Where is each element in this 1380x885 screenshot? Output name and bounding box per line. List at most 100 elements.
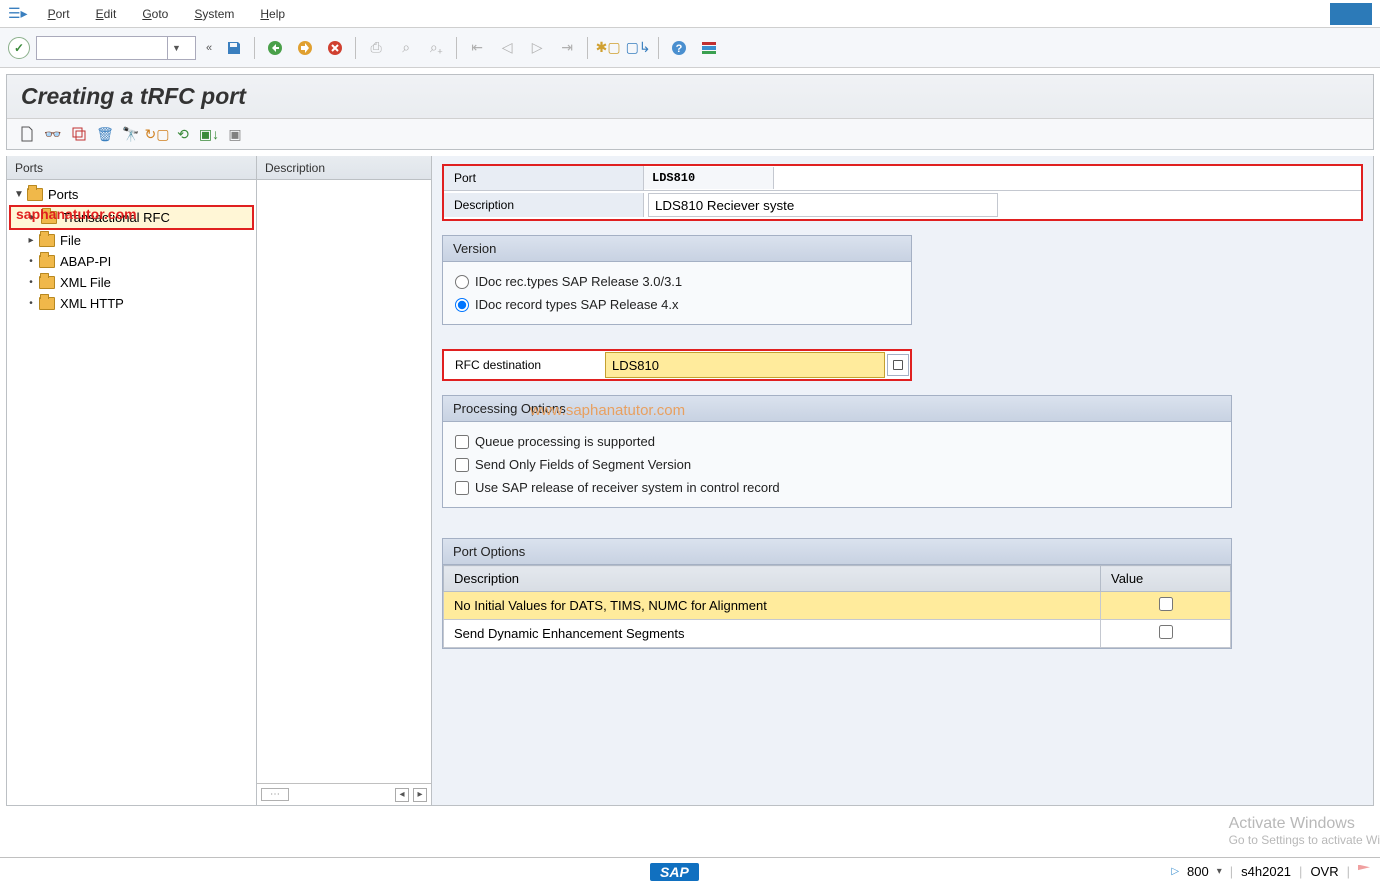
- table-row[interactable]: No Initial Values for DATS, TIMS, NUMC f…: [444, 592, 1231, 620]
- scroll-right-icon[interactable]: ▸: [413, 788, 427, 802]
- first-page-button[interactable]: ⇤: [465, 37, 489, 59]
- menu-help[interactable]: Help: [250, 5, 295, 23]
- collapse-toolbar-icon[interactable]: «: [202, 42, 216, 54]
- rfc-destination-input[interactable]: [605, 352, 885, 378]
- transport-button[interactable]: ⟲: [171, 123, 195, 145]
- menu-goto[interactable]: Goto: [132, 5, 178, 23]
- status-mode: OVR: [1310, 864, 1338, 879]
- folder-icon: [39, 255, 55, 268]
- tree-item-label: XML File: [60, 275, 111, 290]
- cell-value: [1101, 620, 1231, 648]
- tree-item-file[interactable]: ▸ File: [9, 230, 254, 251]
- version-radio-30[interactable]: IDoc rec.types SAP Release 3.0/3.1: [455, 270, 899, 293]
- folder-icon: [27, 188, 43, 201]
- generate-shortcut-button[interactable]: ▢↳: [626, 37, 650, 59]
- scroll-left-icon[interactable]: ◂: [395, 788, 409, 802]
- prev-page-button[interactable]: ◁: [495, 37, 519, 59]
- version-group: Version IDoc rec.types SAP Release 3.0/3…: [442, 235, 912, 325]
- tree-footer: ⋯ ◂ ▸: [257, 783, 431, 805]
- copy-button[interactable]: [67, 123, 91, 145]
- status-separator: |: [1299, 864, 1302, 879]
- check-segment-version[interactable]: Send Only Fields of Segment Version: [455, 453, 1219, 476]
- status-tri-icon[interactable]: ▷: [1171, 866, 1179, 877]
- menu-bar: ☰▸ Port Edit Goto System Help: [0, 0, 1380, 28]
- toolbar-separator: [254, 37, 255, 59]
- activate-line2: Go to Settings to activate Wi: [1229, 833, 1380, 847]
- check-queue-processing[interactable]: Queue processing is supported: [455, 430, 1219, 453]
- status-separator: |: [1347, 864, 1350, 879]
- watermark-url: www.saphanatutor.com: [530, 402, 685, 419]
- new-session-button[interactable]: ✱▢: [596, 37, 620, 59]
- command-dropdown[interactable]: ▼: [167, 37, 185, 59]
- layout-button[interactable]: [697, 37, 721, 59]
- more-icon[interactable]: ⋯: [261, 788, 289, 801]
- caret-right-icon[interactable]: ▸: [25, 235, 37, 246]
- check-label: Send Only Fields of Segment Version: [475, 457, 691, 472]
- find-button[interactable]: ⌕: [394, 37, 418, 59]
- description-panel: Description ⋯ ◂ ▸: [257, 156, 432, 805]
- app-menu-icon[interactable]: ☰▸: [8, 5, 28, 22]
- leaf-icon: •: [25, 277, 37, 288]
- checkbox-input[interactable]: [455, 435, 469, 449]
- status-system: s4h2021: [1241, 864, 1291, 879]
- delete-button[interactable]: 🗑: [93, 123, 117, 145]
- save-button[interactable]: [222, 37, 246, 59]
- binoculars-icon[interactable]: 🔭: [119, 123, 143, 145]
- caret-down-icon[interactable]: ▼: [13, 189, 25, 200]
- status-separator: |: [1230, 864, 1233, 879]
- command-field-wrapper: ▼: [36, 36, 196, 60]
- tree-root[interactable]: ▼ Ports: [9, 184, 254, 205]
- checkbox-input[interactable]: [1159, 597, 1173, 611]
- tree-root-label: Ports: [48, 187, 78, 202]
- table-row[interactable]: Send Dynamic Enhancement Segments: [444, 620, 1231, 648]
- expand-button[interactable]: ▣↓: [197, 123, 221, 145]
- col-description[interactable]: Description: [444, 566, 1101, 592]
- command-field[interactable]: [37, 37, 167, 59]
- check-label: Queue processing is supported: [475, 434, 655, 449]
- glasses-icon[interactable]: 👓: [41, 123, 65, 145]
- toolbar-separator-4: [587, 37, 588, 59]
- tree-header-ports: Ports: [7, 156, 256, 180]
- refresh-button[interactable]: ↻▢: [145, 123, 169, 145]
- collapse-button[interactable]: ▣: [223, 123, 247, 145]
- check-sap-release[interactable]: Use SAP release of receiver system in co…: [455, 476, 1219, 499]
- enter-button[interactable]: ✓: [8, 37, 30, 59]
- print-button[interactable]: ⎙: [364, 37, 388, 59]
- next-page-button[interactable]: ▷: [525, 37, 549, 59]
- window-button[interactable]: [1330, 3, 1372, 25]
- radio-input[interactable]: [455, 275, 469, 289]
- tree-header-description: Description: [257, 156, 431, 180]
- dropdown-icon[interactable]: ▾: [1217, 866, 1222, 877]
- leaf-icon: •: [25, 256, 37, 267]
- checkbox-input[interactable]: [1159, 625, 1173, 639]
- standard-toolbar: ✓ ▼ « ⎙ ⌕ ⌕₊ ⇤ ◁ ▷ ⇥ ✱▢ ▢↳ ?: [0, 28, 1380, 68]
- find-next-button[interactable]: ⌕₊: [424, 37, 448, 59]
- version-radio-4x[interactable]: IDoc record types SAP Release 4.x: [455, 293, 899, 316]
- radio-input[interactable]: [455, 298, 469, 312]
- menu-port[interactable]: Port: [38, 5, 80, 23]
- tree-item-xml-file[interactable]: • XML File: [9, 272, 254, 293]
- tree-item-xml-http[interactable]: • XML HTTP: [9, 293, 254, 314]
- create-button[interactable]: [15, 123, 39, 145]
- tree-item-abap-pi[interactable]: • ABAP-PI: [9, 251, 254, 272]
- toolbar-separator-2: [355, 37, 356, 59]
- menu-system[interactable]: System: [184, 5, 244, 23]
- cancel-button[interactable]: [323, 37, 347, 59]
- checkbox-input[interactable]: [455, 458, 469, 472]
- watermark-annotation: saphanatutor.com: [16, 206, 137, 222]
- menu-edit[interactable]: Edit: [86, 5, 127, 23]
- help-button[interactable]: ?: [667, 37, 691, 59]
- last-page-button[interactable]: ⇥: [555, 37, 579, 59]
- table-header-row: Description Value: [444, 566, 1231, 592]
- port-header-box: Port LDS810 Description: [442, 164, 1363, 221]
- port-options-group: Port Options Description Value No Initia…: [442, 538, 1232, 649]
- description-input[interactable]: [648, 193, 998, 217]
- port-label: Port: [444, 166, 644, 190]
- checkbox-input[interactable]: [455, 481, 469, 495]
- status-flag-icon: [1358, 865, 1370, 879]
- col-value[interactable]: Value: [1101, 566, 1231, 592]
- f4-help-button[interactable]: [887, 354, 909, 376]
- exit-button[interactable]: [293, 37, 317, 59]
- leaf-icon: •: [25, 298, 37, 309]
- back-button[interactable]: [263, 37, 287, 59]
